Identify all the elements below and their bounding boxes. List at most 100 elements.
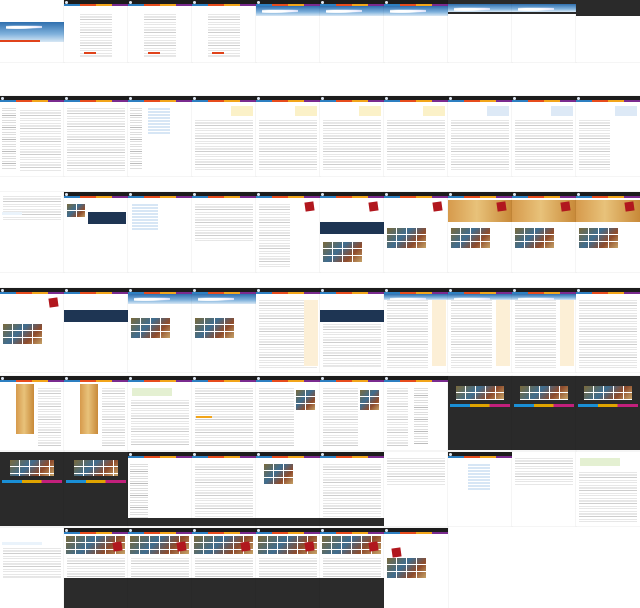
stripe-region bbox=[576, 292, 640, 294]
screenshot-thumbnail-article-footer bbox=[192, 452, 256, 526]
navy-region bbox=[320, 310, 384, 322]
screenshot-thumbnail-photo-grid bbox=[192, 288, 256, 372]
footer-region bbox=[320, 578, 384, 608]
sky-region bbox=[0, 22, 64, 42]
screenshot-thumbnail-text-cream bbox=[512, 288, 576, 372]
open-region bbox=[112, 541, 123, 552]
grid-region bbox=[264, 464, 294, 484]
stripe-region bbox=[320, 292, 384, 294]
stripe-region bbox=[64, 380, 128, 382]
screenshot-thumbnail-open-sign-grid bbox=[384, 192, 448, 272]
screenshot-thumbnail-text-photos bbox=[320, 376, 384, 450]
screenshot-thumbnail-photo-collage bbox=[64, 192, 128, 272]
open-region bbox=[496, 201, 507, 212]
lines-region bbox=[323, 120, 381, 172]
panel-b-region bbox=[615, 106, 637, 116]
screenshot-thumbnail-text-list bbox=[384, 376, 448, 450]
stripe-region bbox=[448, 100, 512, 102]
screenshot-thumbnail-panel-blue bbox=[448, 96, 512, 176]
footer-region bbox=[256, 578, 320, 608]
stripe-region bbox=[128, 456, 192, 458]
screenshot-thumbnail-text-photos bbox=[256, 376, 320, 450]
dark-region bbox=[576, 0, 640, 16]
stripe-region bbox=[256, 532, 320, 534]
greenbox-region bbox=[132, 388, 172, 396]
lines-region bbox=[38, 388, 61, 446]
stripe-region bbox=[512, 196, 576, 198]
side-region bbox=[130, 464, 148, 520]
cream-region bbox=[432, 300, 446, 366]
lines-region bbox=[195, 120, 253, 172]
lines-region bbox=[387, 388, 408, 446]
footer-region bbox=[128, 518, 192, 526]
navy-region bbox=[88, 212, 126, 224]
lines-region bbox=[195, 204, 253, 242]
stripe-region bbox=[384, 100, 448, 102]
screenshot-thumbnail-poster bbox=[0, 376, 64, 450]
panel-y-region bbox=[231, 106, 253, 116]
redbar-region bbox=[196, 416, 212, 418]
screenshot-thumbnail-open-sign-navy bbox=[320, 192, 384, 272]
lines-region bbox=[323, 464, 381, 522]
screenshot-thumbnail-plain-text bbox=[192, 192, 256, 272]
sky-region bbox=[320, 6, 384, 16]
screenshot-thumbnail-open-sign-wood bbox=[512, 192, 576, 272]
screenshot-thumbnail-hero-clouds bbox=[0, 0, 64, 62]
screenshot-thumbnail-list-mixed bbox=[64, 96, 128, 176]
grid-region bbox=[131, 318, 171, 338]
stripe-region bbox=[64, 532, 128, 534]
greenbox-region bbox=[580, 458, 620, 466]
screenshot-thumbnail-clouds bbox=[384, 0, 448, 62]
stripe-region bbox=[192, 4, 256, 6]
screenshot-thumbnail-text-orange bbox=[192, 376, 256, 450]
sky-region bbox=[384, 6, 448, 16]
footer-region bbox=[192, 518, 256, 526]
side-region bbox=[414, 388, 428, 444]
stripe-region bbox=[192, 100, 256, 102]
screenshot-thumbnail-blue-form bbox=[0, 528, 64, 608]
lines-region bbox=[323, 388, 358, 446]
grid-region bbox=[387, 558, 427, 578]
footer-region bbox=[64, 578, 128, 608]
lines-region bbox=[102, 388, 125, 446]
grid-region bbox=[360, 390, 380, 410]
screenshot-thumbnail-dark-nav-wide bbox=[576, 0, 640, 62]
sky-region bbox=[128, 294, 192, 304]
grid-region bbox=[10, 460, 54, 476]
screenshot-thumbnail-dark-color bbox=[0, 452, 64, 526]
screenshot-thumbnail-panel-yellow bbox=[320, 96, 384, 176]
screenshot-thumbnail-open-sign-wood bbox=[576, 192, 640, 272]
screenshot-thumbnail-green-form bbox=[576, 452, 640, 526]
redbar-region bbox=[84, 52, 96, 54]
stripe-region bbox=[0, 380, 64, 382]
grid-region bbox=[456, 386, 504, 400]
cream-region bbox=[560, 300, 574, 366]
side-region bbox=[130, 108, 142, 170]
screenshot-thumbnail-panel-mixed bbox=[576, 96, 640, 176]
screenshot-thumbnail-text-cream bbox=[384, 288, 448, 372]
lines-region bbox=[20, 110, 61, 172]
grid-region bbox=[451, 228, 491, 248]
screenshot-thumbnail-text-columns bbox=[256, 288, 320, 372]
screenshot-thumbnail-navy-band bbox=[64, 288, 128, 372]
stripe-region bbox=[320, 100, 384, 102]
stripe-region bbox=[576, 100, 640, 102]
stripe-region bbox=[576, 196, 640, 198]
lines-region bbox=[579, 472, 637, 522]
grid-region bbox=[515, 228, 555, 248]
stripe-region bbox=[384, 532, 448, 534]
screenshot-thumbnail-dark-color bbox=[64, 452, 128, 526]
stripe-region bbox=[192, 456, 256, 458]
grid-region bbox=[3, 324, 43, 344]
stripe-region bbox=[256, 380, 320, 382]
screenshot-thumbnail-form-red bbox=[128, 0, 192, 62]
lines-region bbox=[515, 458, 573, 486]
open-region bbox=[624, 201, 635, 212]
sky-region bbox=[256, 6, 320, 16]
grid-region bbox=[520, 386, 568, 400]
colorbar-region bbox=[450, 404, 510, 407]
open-region bbox=[240, 541, 251, 552]
lines-region bbox=[579, 120, 610, 172]
lines-region bbox=[259, 204, 290, 268]
lines-region bbox=[323, 324, 381, 368]
